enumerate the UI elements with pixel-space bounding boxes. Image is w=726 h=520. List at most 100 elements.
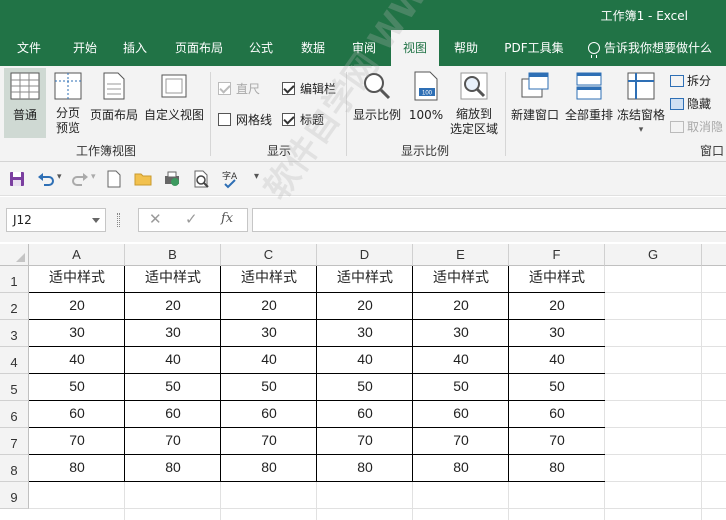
table-cell[interactable]: 50 [125, 374, 221, 401]
row-header-5[interactable]: 5 [0, 374, 29, 401]
split-button[interactable]: 拆分 [670, 72, 711, 89]
table-cell[interactable]: 70 [413, 428, 509, 455]
tab-insert[interactable]: 插入 [112, 30, 158, 66]
zoom-button[interactable]: 显示比例 [350, 68, 404, 138]
column-header-e[interactable]: E [413, 244, 509, 266]
tab-data[interactable]: 数据 [290, 30, 336, 66]
table-cell[interactable]: 40 [29, 347, 125, 374]
open-folder-icon[interactable] [133, 169, 153, 189]
table-cell[interactable]: 70 [221, 428, 317, 455]
column-header-g[interactable]: G [605, 244, 702, 266]
table-cell[interactable]: 40 [413, 347, 509, 374]
redo-dropdown-icon[interactable]: ▾ [91, 172, 96, 182]
column-header-a[interactable]: A [29, 244, 125, 266]
row-header-3[interactable]: 3 [0, 320, 29, 347]
spelling-icon[interactable]: 字A [220, 169, 240, 189]
headings-checkbox[interactable]: 标题 [282, 111, 324, 128]
cancel-icon[interactable]: ✕ [149, 210, 162, 228]
row-header-6[interactable]: 6 [0, 401, 29, 428]
table-cell[interactable]: 60 [413, 401, 509, 428]
row-header-8[interactable]: 8 [0, 455, 29, 482]
table-header-cell[interactable]: 适中样式 [509, 266, 605, 293]
table-cell[interactable]: 20 [317, 293, 413, 320]
arrange-all-button[interactable]: 全部重排 [562, 68, 616, 138]
table-cell[interactable]: 80 [29, 455, 125, 482]
normal-view-button[interactable]: 普通 [4, 68, 46, 138]
table-cell[interactable]: 70 [509, 428, 605, 455]
redo-icon[interactable] [70, 169, 90, 189]
formula-input[interactable] [252, 208, 726, 232]
table-header-cell[interactable]: 适中样式 [125, 266, 221, 293]
print-icon[interactable] [191, 169, 211, 189]
table-cell[interactable]: 30 [317, 320, 413, 347]
zoom-to-selection-button[interactable]: 缩放到 选定区域 [446, 68, 502, 138]
table-cell[interactable]: 20 [29, 293, 125, 320]
table-header-cell[interactable]: 适中样式 [413, 266, 509, 293]
table-cell[interactable]: 70 [125, 428, 221, 455]
row-header-9[interactable]: 9 [0, 482, 29, 509]
tab-view[interactable]: 视图 [391, 30, 439, 66]
table-cell[interactable]: 50 [29, 374, 125, 401]
spreadsheet-grid[interactable]: A B C D E F G 1 2 3 4 5 6 7 8 9 适中样式 适中样式 适中样式 适中样式 适中样式 适中样式… [0, 244, 726, 520]
select-all-corner[interactable] [0, 244, 29, 266]
table-cell[interactable]: 60 [221, 401, 317, 428]
freeze-panes-button[interactable]: 冻结窗格 ▾ [616, 68, 666, 138]
tell-me-search[interactable]: 告诉我你想要做什么 [588, 30, 722, 66]
table-cell[interactable]: 80 [221, 455, 317, 482]
table-cell[interactable]: 30 [221, 320, 317, 347]
save-icon[interactable] [7, 169, 27, 189]
enter-check-icon[interactable]: ✓ [185, 210, 198, 228]
new-window-button[interactable]: 新建窗口 [508, 68, 562, 138]
chevron-down-icon[interactable] [92, 218, 100, 223]
table-cell[interactable]: 70 [29, 428, 125, 455]
table-cell[interactable]: 40 [317, 347, 413, 374]
undo-icon[interactable] [36, 169, 56, 189]
table-cell[interactable]: 50 [317, 374, 413, 401]
column-header-b[interactable]: B [125, 244, 221, 266]
tab-home[interactable]: 开始 [62, 30, 108, 66]
insert-function-icon[interactable]: fx [221, 211, 233, 226]
table-header-cell[interactable]: 适中样式 [29, 266, 125, 293]
row-header-7[interactable]: 7 [0, 428, 29, 455]
tab-pdf-tools[interactable]: PDF工具集 [496, 30, 572, 66]
row-header-1[interactable]: 1 [0, 266, 29, 293]
page-layout-view-button[interactable]: 页面布局 [88, 68, 140, 138]
table-cell[interactable]: 30 [509, 320, 605, 347]
tab-file[interactable]: 文件 [6, 30, 52, 66]
tab-page-layout[interactable]: 页面布局 [168, 30, 230, 66]
table-cell[interactable]: 50 [509, 374, 605, 401]
column-header-d[interactable]: D [317, 244, 413, 266]
table-cell[interactable]: 60 [509, 401, 605, 428]
table-cell[interactable]: 50 [413, 374, 509, 401]
table-cell[interactable]: 30 [413, 320, 509, 347]
table-cell[interactable]: 40 [221, 347, 317, 374]
row-header-4[interactable]: 4 [0, 347, 29, 374]
table-cell[interactable]: 20 [221, 293, 317, 320]
table-cell[interactable]: 40 [509, 347, 605, 374]
unhide-button[interactable]: 取消隐 [670, 118, 723, 135]
table-cell[interactable]: 80 [509, 455, 605, 482]
table-cell[interactable]: 40 [125, 347, 221, 374]
table-cell[interactable]: 30 [29, 320, 125, 347]
table-cell[interactable]: 20 [413, 293, 509, 320]
table-cell[interactable]: 60 [29, 401, 125, 428]
table-cell[interactable]: 20 [509, 293, 605, 320]
hide-button[interactable]: 隐藏 [670, 95, 711, 112]
table-cell[interactable]: 60 [317, 401, 413, 428]
table-cell[interactable]: 80 [413, 455, 509, 482]
row-header-2[interactable]: 2 [0, 293, 29, 320]
gridlines-checkbox[interactable]: 网格线 [218, 111, 272, 128]
customize-toolbar-icon[interactable]: ▾ [254, 171, 259, 182]
name-box[interactable]: J12 [6, 208, 106, 232]
table-cell[interactable]: 20 [125, 293, 221, 320]
page-break-preview-button[interactable]: 分页 预览 [50, 68, 86, 138]
column-header-f[interactable]: F [509, 244, 605, 266]
table-header-cell[interactable]: 适中样式 [317, 266, 413, 293]
tab-help[interactable]: 帮助 [443, 30, 489, 66]
table-header-cell[interactable]: 适中样式 [221, 266, 317, 293]
table-cell[interactable]: 80 [317, 455, 413, 482]
new-file-icon[interactable] [104, 169, 124, 189]
formula-splitter-handle[interactable] [117, 213, 120, 227]
table-cell[interactable]: 70 [317, 428, 413, 455]
undo-dropdown-icon[interactable]: ▾ [57, 172, 62, 182]
